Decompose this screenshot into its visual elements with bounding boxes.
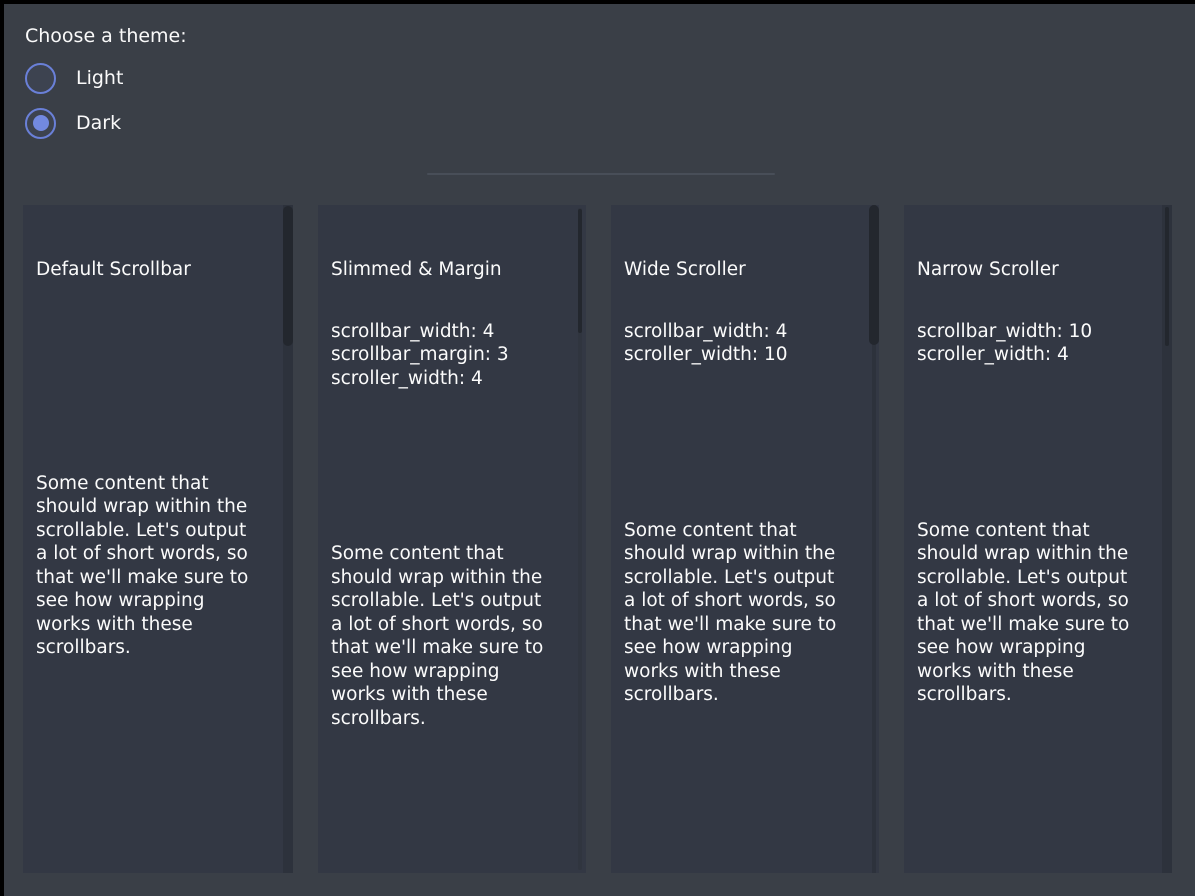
panel-body-text: Some content that should wrap within the… <box>331 542 570 730</box>
theme-chooser: Choose a theme: Light Dark <box>25 24 187 152</box>
panel-content: Default Scrollbar Some content that shou… <box>23 205 293 873</box>
scroll-panel-slimmed-margin[interactable]: Slimmed & Margin scrollbar_width: 4 scro… <box>318 205 586 873</box>
theme-label: Choose a theme: <box>25 24 187 48</box>
scroll-panel-narrow-scroller[interactable]: Narrow Scroller scrollbar_width: 10 scro… <box>904 205 1172 873</box>
panel-content: Wide Scroller scrollbar_width: 4 scrolle… <box>611 205 879 873</box>
radio-button-icon[interactable] <box>25 108 56 139</box>
radio-option-dark[interactable]: Dark <box>25 107 187 139</box>
panel-body-text: Some content that should wrap within the… <box>36 472 277 660</box>
panel-title: Slimmed & Margin <box>331 258 570 282</box>
radio-label-light: Light <box>76 67 123 89</box>
scroll-panel-wide-scroller[interactable]: Wide Scroller scrollbar_width: 4 scrolle… <box>611 205 879 873</box>
panel-body-text: Some content that should wrap within the… <box>624 519 863 707</box>
scrollbar-thumb[interactable] <box>283 206 293 346</box>
scrollbar-thumb[interactable] <box>1165 207 1169 346</box>
panel-properties: scrollbar_width: 4 scrollbar_margin: 3 s… <box>331 320 570 391</box>
scrollbar-thumb[interactable] <box>578 209 582 333</box>
radio-selected-dot <box>33 115 49 131</box>
panel-body-text: Some content that should wrap within the… <box>917 519 1156 707</box>
panel-title: Wide Scroller <box>624 258 863 282</box>
panel-title: Default Scrollbar <box>36 258 277 282</box>
radio-button-icon[interactable] <box>25 63 56 94</box>
app-background: Choose a theme: Light Dark Default Scrol… <box>4 4 1195 896</box>
section-divider <box>427 173 775 175</box>
panel-content: Narrow Scroller scrollbar_width: 10 scro… <box>904 205 1172 873</box>
scroll-panel-default[interactable]: Default Scrollbar Some content that shou… <box>23 205 293 873</box>
radio-option-light[interactable]: Light <box>25 62 187 94</box>
radio-label-dark: Dark <box>76 112 121 134</box>
panel-title: Narrow Scroller <box>917 258 1156 282</box>
scrollbar-thumb[interactable] <box>869 205 879 345</box>
panel-content: Slimmed & Margin scrollbar_width: 4 scro… <box>318 205 586 873</box>
panel-properties: scrollbar_width: 10 scroller_width: 4 <box>917 320 1156 367</box>
panel-properties: scrollbar_width: 4 scroller_width: 10 <box>624 320 863 367</box>
scrollable-panels-row: Default Scrollbar Some content that shou… <box>23 205 1195 877</box>
